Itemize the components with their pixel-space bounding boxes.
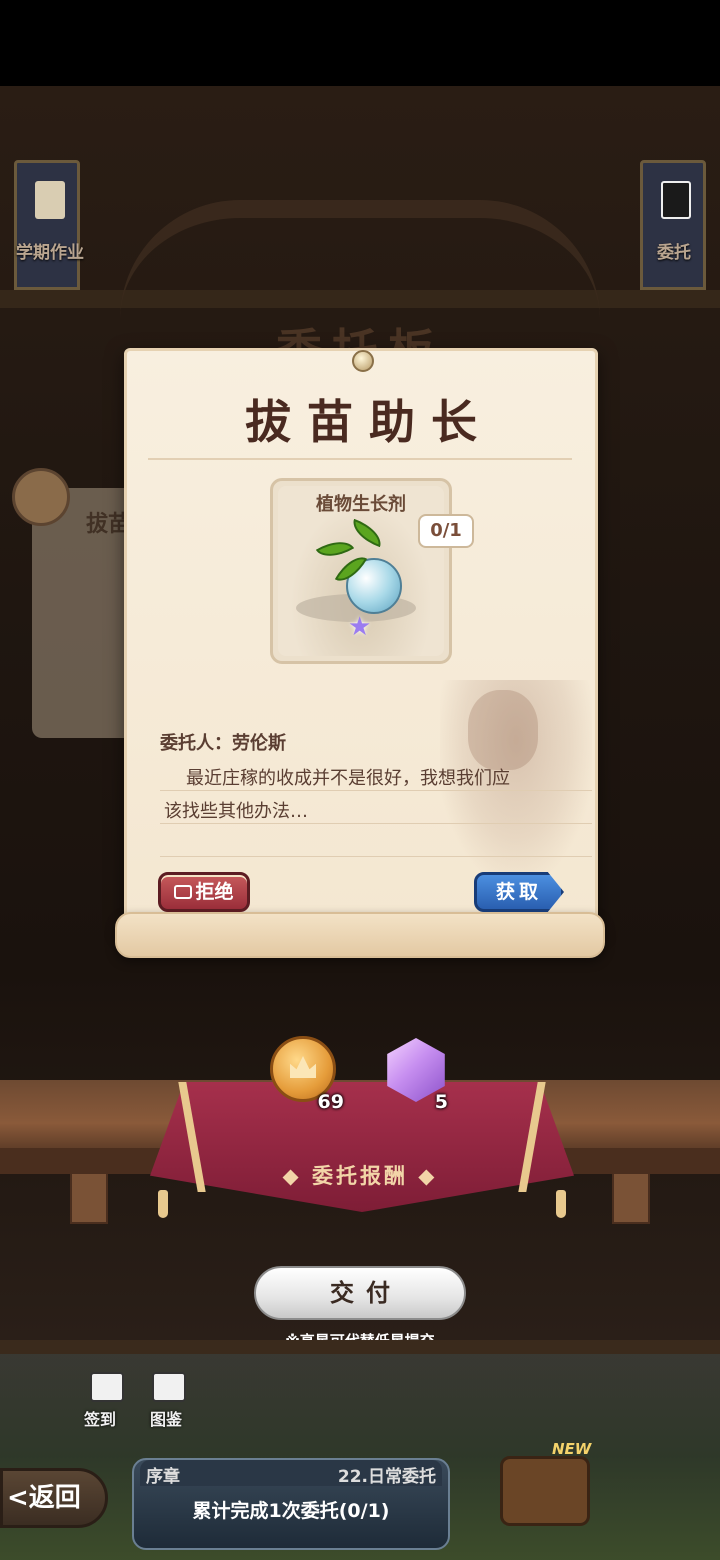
avatar [12, 468, 70, 526]
gem-reward-count: 5 [434, 1091, 448, 1113]
reject-button[interactable]: 拒绝 [158, 872, 250, 912]
item-name: 植物生长剂 [316, 494, 406, 515]
rarity-star-icon: ★ [348, 612, 372, 642]
requester-line: 委托人：劳伦斯 [160, 733, 286, 754]
tassel [158, 1190, 168, 1218]
quest-description: 累计完成1次委托(0/1) [192, 1500, 390, 1522]
new-badge: NEW [552, 1440, 592, 1458]
pin-icon [352, 350, 374, 372]
commission-banner[interactable] [640, 160, 706, 290]
table-leg [612, 1172, 650, 1224]
dialog-title: 拔苗助长 [245, 395, 493, 449]
requester-portrait-head [468, 690, 538, 770]
ruled-line [160, 856, 592, 857]
scroll-roll [115, 912, 605, 958]
commission-label: 委托 [657, 243, 691, 263]
reward-label-text: 委托报酬 [312, 1164, 408, 1188]
qr-board-icon [661, 181, 691, 219]
checkin-label: 签到 [84, 1410, 117, 1429]
semester-homework-label: 学期作业 [16, 243, 84, 263]
acquire-button[interactable]: 获取 [474, 872, 564, 912]
quest-name: 22.日常委托 [337, 1467, 436, 1487]
roof-arch [120, 200, 600, 320]
atlas-button[interactable] [152, 1372, 186, 1402]
treasure-chest-icon[interactable] [500, 1456, 590, 1526]
top-bar-black [0, 0, 720, 86]
ruled-line [160, 790, 592, 791]
item-count-badge: 0/1 [418, 514, 474, 548]
chevron-left-icon: < [7, 1483, 29, 1513]
back-button[interactable]: <返回 [0, 1468, 108, 1528]
tassel [556, 1190, 566, 1218]
reject-icon [174, 885, 193, 899]
submit-button[interactable]: 交付 [254, 1266, 466, 1320]
quest-chapter: 序章 [146, 1467, 180, 1487]
back-label: 返回 [28, 1483, 81, 1513]
ruled-line [160, 823, 592, 824]
table-leg [70, 1172, 108, 1224]
reward-label: ◆ 委托报酬 ◆ [282, 1164, 438, 1188]
coin-reward-count: 69 [317, 1091, 344, 1113]
checkin-button[interactable] [90, 1372, 124, 1402]
description-line-1: 最近庄稼的收成并不是很好，我想我们应 [186, 768, 510, 789]
scroll-icon [35, 181, 65, 219]
description-line-2: 该找些其他办法… [164, 801, 308, 822]
title-divider [148, 458, 572, 460]
floor-beam [0, 1340, 720, 1354]
atlas-label: 图鉴 [150, 1410, 183, 1429]
reject-label: 拒绝 [195, 881, 234, 903]
semester-homework-banner[interactable] [14, 160, 80, 290]
